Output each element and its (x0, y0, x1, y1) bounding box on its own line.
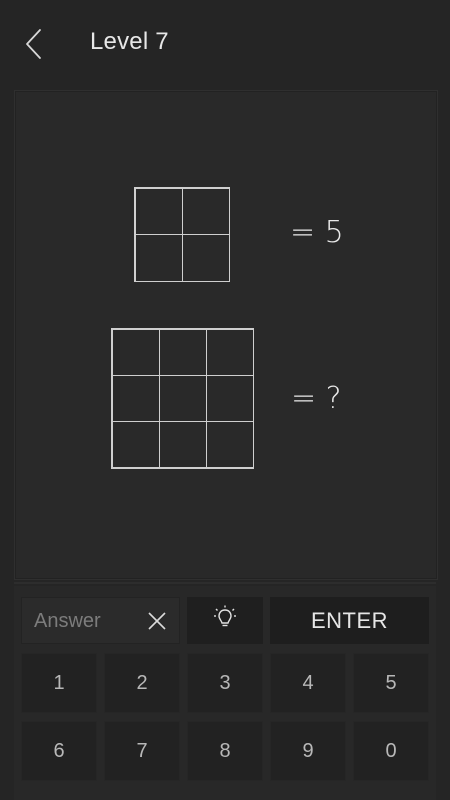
grid-cell (111, 328, 160, 376)
page-title: Level 7 (90, 28, 169, 55)
puzzle-panel: = 5 = ? (14, 90, 438, 580)
grid-cell (205, 328, 254, 376)
lightbulb-icon (213, 605, 237, 636)
grid-2x2 (134, 187, 230, 282)
chevron-left-icon (25, 28, 43, 65)
grid-cell (158, 328, 207, 376)
close-icon (145, 612, 169, 637)
hint-button[interactable] (187, 597, 263, 644)
equation-result-1: = 5 (290, 215, 344, 250)
answer-field[interactable] (21, 597, 180, 645)
enter-button[interactable]: ENTER (270, 597, 429, 644)
grid-3x3 (111, 328, 254, 469)
clear-button[interactable] (145, 609, 169, 633)
key-5[interactable]: 5 (353, 653, 429, 713)
grid-cell (181, 187, 230, 235)
key-8[interactable]: 8 (187, 721, 263, 781)
answer-input[interactable] (32, 598, 146, 645)
key-3[interactable]: 3 (187, 653, 263, 713)
grid-cell (111, 374, 160, 423)
grid-cell (134, 187, 183, 235)
grid-cell (111, 421, 160, 469)
grid-cell (205, 421, 254, 469)
key-6[interactable]: 6 (21, 721, 97, 781)
grid-cell (158, 421, 207, 469)
key-9[interactable]: 9 (270, 721, 346, 781)
grid-cell (158, 374, 207, 423)
key-0[interactable]: 0 (353, 721, 429, 781)
header: Level 7 (0, 0, 450, 90)
equation-result-2: = ? (291, 381, 342, 416)
grid-cell (134, 234, 183, 282)
key-7[interactable]: 7 (104, 721, 180, 781)
key-2[interactable]: 2 (104, 653, 180, 713)
grid-cell (181, 234, 230, 282)
key-1[interactable]: 1 (21, 653, 97, 713)
key-4[interactable]: 4 (270, 653, 346, 713)
divider (14, 582, 436, 584)
back-button[interactable] (16, 24, 52, 68)
grid-cell (205, 374, 254, 423)
level-screen: Level 7 = 5 = ? Answer ENTER 1 2 3 4 5 6… (0, 0, 450, 800)
